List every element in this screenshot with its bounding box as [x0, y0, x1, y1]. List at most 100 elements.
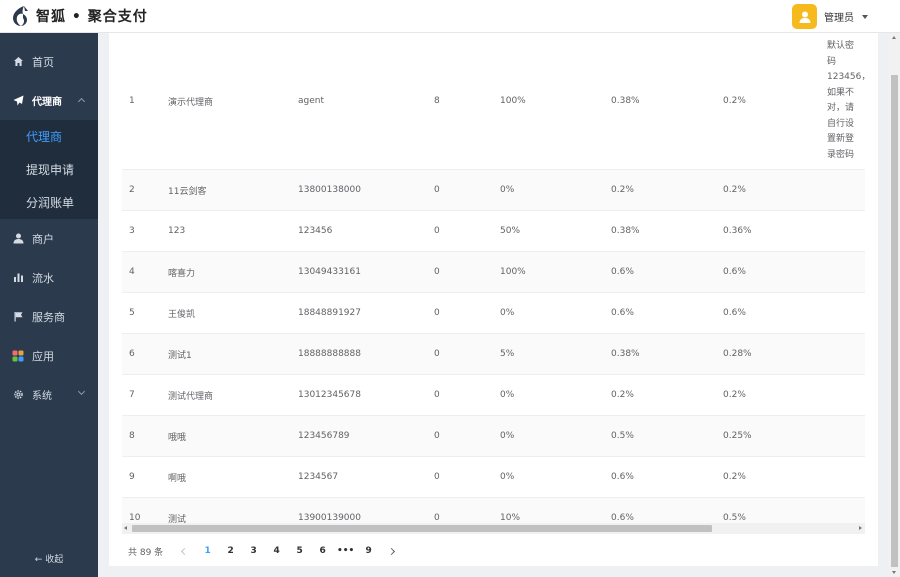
total-count: 共 89 条	[128, 547, 164, 558]
user-menu[interactable]: 管理员	[792, 4, 868, 29]
cell-index: 2	[122, 169, 161, 211]
agents-table-wrapper: 1演示代理商agent8100%0.38%0.2%默认密码123456，如果不对…	[122, 33, 865, 523]
scroll-left-icon[interactable]	[124, 526, 127, 530]
page-number-button[interactable]: 9	[357, 546, 380, 556]
sidebar-item-apps[interactable]: 应用	[0, 336, 98, 375]
scroll-right-icon[interactable]	[859, 526, 862, 530]
cell-index: 8	[122, 415, 161, 457]
table-row[interactable]: 3 123 123456 0 50% 0.38% 0.36%	[122, 210, 865, 252]
send-icon	[12, 95, 24, 107]
cell-rate-a: 0.5%	[604, 415, 716, 457]
caret-down-icon	[862, 14, 868, 19]
sidebar-item-label: 应用	[32, 349, 54, 363]
top-bar: 智狐 • 聚合支付 管理员	[0, 0, 900, 33]
cell-agent-name: 测试1	[161, 333, 291, 375]
cell-merchant-count: 0	[427, 251, 493, 293]
submenu-item-profit-bills[interactable]: 分润账单	[0, 186, 98, 219]
cell-remark: 默认密码123456，如果不对，请自行设置新登录密码	[820, 33, 865, 170]
table-row[interactable]: 1演示代理商agent8100%0.38%0.2%默认密码123456，如果不对…	[122, 33, 865, 170]
cell-account: 13012345678	[291, 374, 427, 416]
cell-agent-name: 11云剑客	[161, 169, 291, 211]
table-row[interactable]: 4 喀喜力 13049433161 0 100% 0.6% 0.6%	[122, 251, 865, 293]
submenu-item-agents[interactable]: 代理商	[0, 120, 98, 153]
page-number-button[interactable]: 6	[311, 546, 334, 556]
cell-profit-share: 0%	[493, 292, 604, 334]
scrollbar-thumb[interactable]	[132, 525, 712, 532]
sidebar-item-home[interactable]: 首页	[0, 42, 98, 81]
sidebar-item-system[interactable]: 系统	[0, 375, 98, 414]
horizontal-scrollbar[interactable]	[122, 523, 865, 534]
table-row[interactable]: 10 测试 13900139000 0 10% 0.6% 0.5%	[122, 497, 865, 523]
cell-profit-share: 10%	[493, 497, 604, 523]
table-row[interactable]: 6 测试1 18888888888 0 5% 0.38% 0.28%	[122, 333, 865, 375]
cell-account: agent	[291, 33, 427, 170]
cell-agent-name: 123	[161, 210, 291, 252]
sidebar-item-service-providers[interactable]: 服务商	[0, 297, 98, 336]
cell-merchant-count: 0	[427, 456, 493, 498]
cell-profit-share: 0%	[493, 169, 604, 211]
table-row[interactable]: 2 11云剑客 13800138000 0 0% 0.2% 0.2%	[122, 169, 865, 211]
brand-name: 智狐 • 聚合支付	[36, 9, 148, 25]
cell-rate-b: 0.6%	[716, 251, 820, 293]
page-number-button[interactable]: 3	[242, 546, 265, 556]
cell-remark	[820, 251, 865, 293]
scroll-up-icon[interactable]	[892, 36, 896, 39]
cell-agent-name: 测试代理商	[161, 374, 291, 416]
cell-merchant-count: 0	[427, 415, 493, 457]
page-number-button[interactable]: 1	[196, 546, 219, 556]
cell-account: 13800138000	[291, 169, 427, 211]
sidebar: 首页 代理商 代理商 提现申请 分润账单 商户 流水 服务商 应用 系统 ← 收…	[0, 33, 98, 577]
cell-remark	[820, 497, 865, 523]
cell-rate-b: 0.28%	[716, 333, 820, 375]
cell-profit-share: 0%	[493, 456, 604, 498]
collapse-sidebar-button[interactable]: ← 收起	[0, 552, 98, 565]
cell-rate-a: 0.2%	[604, 374, 716, 416]
grid-icon	[12, 350, 24, 362]
cell-index: 3	[122, 210, 161, 252]
cell-rate-b: 0.2%	[716, 374, 820, 416]
scroll-down-icon[interactable]	[892, 571, 896, 574]
table-row[interactable]: 7 测试代理商 13012345678 0 0% 0.2% 0.2%	[122, 374, 865, 416]
cell-profit-share: 0%	[493, 374, 604, 416]
fox-logo-icon	[13, 6, 28, 26]
cell-account: 123456789	[291, 415, 427, 457]
cell-merchant-count: 0	[427, 333, 493, 375]
brand-logo[interactable]: 智狐 • 聚合支付	[0, 0, 148, 33]
chevron-left-icon	[181, 547, 189, 555]
page-list: 1 2 3 4 5 6 ••• 9	[196, 546, 380, 556]
sidebar-item-label: 商户	[32, 232, 54, 246]
cell-rate-b: 0.25%	[716, 415, 820, 457]
cell-account: 123456	[291, 210, 427, 252]
cell-account: 18848891927	[291, 292, 427, 334]
cell-rate-a: 0.6%	[604, 497, 716, 523]
page-number-button[interactable]: 2	[219, 546, 242, 556]
cell-agent-name: 演示代理商	[161, 33, 291, 170]
cell-agent-name: 测试	[161, 497, 291, 523]
cell-account: 13900139000	[291, 497, 427, 523]
submenu-item-withdraw-requests[interactable]: 提现申请	[0, 153, 98, 186]
page-number-button[interactable]: 5	[288, 546, 311, 556]
cell-merchant-count: 0	[427, 497, 493, 523]
cell-remark	[820, 169, 865, 211]
cell-remark	[820, 292, 865, 334]
next-page-button[interactable]	[380, 547, 403, 555]
table-row[interactable]: 8 哦哦 123456789 0 0% 0.5% 0.25%	[122, 415, 865, 457]
cell-merchant-count: 0	[427, 210, 493, 252]
page-number-button[interactable]: 4	[265, 546, 288, 556]
table-row[interactable]: 5 王俊凯 18848891927 0 0% 0.6% 0.6%	[122, 292, 865, 334]
cell-remark	[820, 415, 865, 457]
scrollbar-thumb[interactable]	[891, 75, 898, 567]
cell-agent-name: 王俊凯	[161, 292, 291, 334]
chevron-up-icon	[77, 97, 86, 106]
sidebar-item-transactions[interactable]: 流水	[0, 258, 98, 297]
page-ellipsis[interactable]: •••	[334, 546, 357, 556]
user-icon	[12, 233, 24, 245]
cell-rate-a: 0.2%	[604, 169, 716, 211]
sidebar-item-label: 系统	[32, 391, 52, 402]
cell-rate-a: 0.38%	[604, 210, 716, 252]
sidebar-item-agents[interactable]: 代理商	[0, 81, 98, 120]
sidebar-item-merchants[interactable]: 商户	[0, 219, 98, 258]
prev-page-button[interactable]	[173, 547, 196, 555]
vertical-scrollbar[interactable]	[889, 33, 900, 577]
table-row[interactable]: 9 啊哦 1234567 0 0% 0.6% 0.2%	[122, 456, 865, 498]
